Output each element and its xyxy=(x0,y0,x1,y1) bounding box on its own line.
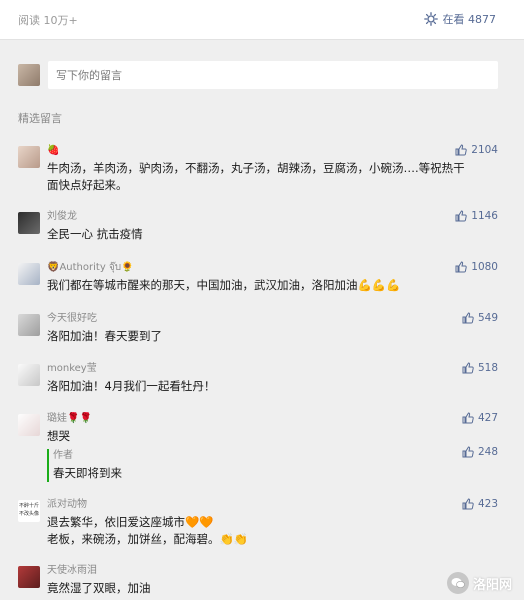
comment-input[interactable] xyxy=(48,61,498,89)
like-count: 518 xyxy=(477,362,498,374)
sparkle-icon xyxy=(423,12,438,26)
avatar[interactable] xyxy=(18,364,40,386)
watermark-text: 洛阳网 xyxy=(472,577,512,593)
avatar[interactable] xyxy=(18,146,40,168)
like-button[interactable]: 423 xyxy=(462,498,498,510)
comment-nickname: 🍓 xyxy=(47,145,60,156)
comment-text: 退去繁华，依旧爱这座城市🧡🧡 xyxy=(47,515,214,529)
thumbs-up-icon xyxy=(462,498,474,510)
like-button[interactable]: 518 xyxy=(462,362,498,374)
avatar[interactable] xyxy=(18,414,40,436)
comment-text: 老板，来碗汤，加饼丝，配海碧。👏👏 xyxy=(47,532,249,546)
avatar-text: 不醉十斤 xyxy=(18,503,39,509)
like-count: 549 xyxy=(477,312,498,324)
avatar[interactable] xyxy=(18,263,40,285)
like-button[interactable]: 2104 xyxy=(455,144,498,156)
comment-nickname: 璐娃🌹🌹 xyxy=(47,413,92,424)
like-button[interactable]: 1146 xyxy=(455,210,498,222)
like-count: 427 xyxy=(477,412,498,424)
watching-count: 在看 4877 xyxy=(442,13,497,26)
thumbs-up-icon xyxy=(462,362,474,374)
like-button[interactable]: 1080 xyxy=(455,261,498,273)
comment-nickname: 天使冰雨泪 xyxy=(47,565,97,576)
avatar xyxy=(18,64,40,86)
like-count: 423 xyxy=(477,498,498,510)
author-reply: 作者 春天即将到来 xyxy=(47,449,467,482)
like-count: 1146 xyxy=(471,210,498,222)
comment-text: 洛阳加油！4月我们一起看牡丹！ xyxy=(47,379,216,393)
featured-comments-title: 精选留言 xyxy=(18,112,62,125)
avatar[interactable]: 不醉十斤 不改头像 xyxy=(18,500,40,522)
like-button[interactable]: 427 xyxy=(462,412,498,424)
thumbs-up-icon xyxy=(462,312,474,324)
avatar[interactable] xyxy=(18,566,40,588)
thumbs-up-icon xyxy=(455,144,467,156)
author-label: 作者 xyxy=(53,450,73,461)
comment-composer xyxy=(18,61,498,89)
top-bar: 阅读 10万+ 在看 4877 xyxy=(0,0,524,40)
avatar[interactable] xyxy=(18,212,40,234)
comment-nickname: 今天很好吃 xyxy=(47,313,97,324)
comment-text: 全民一心 抗击疫情 xyxy=(47,227,143,241)
watermark: 洛阳网 xyxy=(446,572,512,594)
comment-nickname: 派对动物 xyxy=(47,499,87,510)
like-count: 1080 xyxy=(471,261,498,273)
watching-button[interactable]: 在看 4877 xyxy=(423,11,497,27)
comment-nickname: 刘俊龙 xyxy=(47,211,77,222)
thumbs-up-icon xyxy=(455,261,467,273)
thumbs-up-icon xyxy=(462,412,474,424)
avatar[interactable] xyxy=(18,314,40,336)
comment-text: 我们都在等城市醒来的那天，中国加油，武汉加油，洛阳加油💪💪💪 xyxy=(47,278,401,292)
thumbs-up-icon xyxy=(455,210,467,222)
reply-text: 春天即将到来 xyxy=(53,466,122,480)
comment-text: 牛肉汤，羊肉汤，驴肉汤，不翻汤，丸子汤，胡辣汤，豆腐汤，小碗汤….等祝热干面快点… xyxy=(47,161,465,192)
comment-nickname: monkey莹 xyxy=(47,363,97,374)
reply-like-button[interactable]: 248 xyxy=(462,446,498,458)
like-count: 248 xyxy=(477,446,498,458)
like-button[interactable]: 549 xyxy=(462,312,498,324)
like-count: 2104 xyxy=(471,144,498,156)
wechat-icon xyxy=(446,572,469,594)
comment-nickname: 🦁Authority จุ๊บ🌻 xyxy=(47,262,134,273)
comment-text: 竟然湿了双眼，加油 xyxy=(47,581,151,595)
avatar-text: 不改头像 xyxy=(18,511,39,517)
comment-text: 想哭 xyxy=(47,429,70,443)
read-count: 阅读 10万+ xyxy=(18,14,78,27)
thumbs-up-icon xyxy=(462,446,474,458)
comment-text: 洛阳加油！春天要到了 xyxy=(47,329,162,343)
